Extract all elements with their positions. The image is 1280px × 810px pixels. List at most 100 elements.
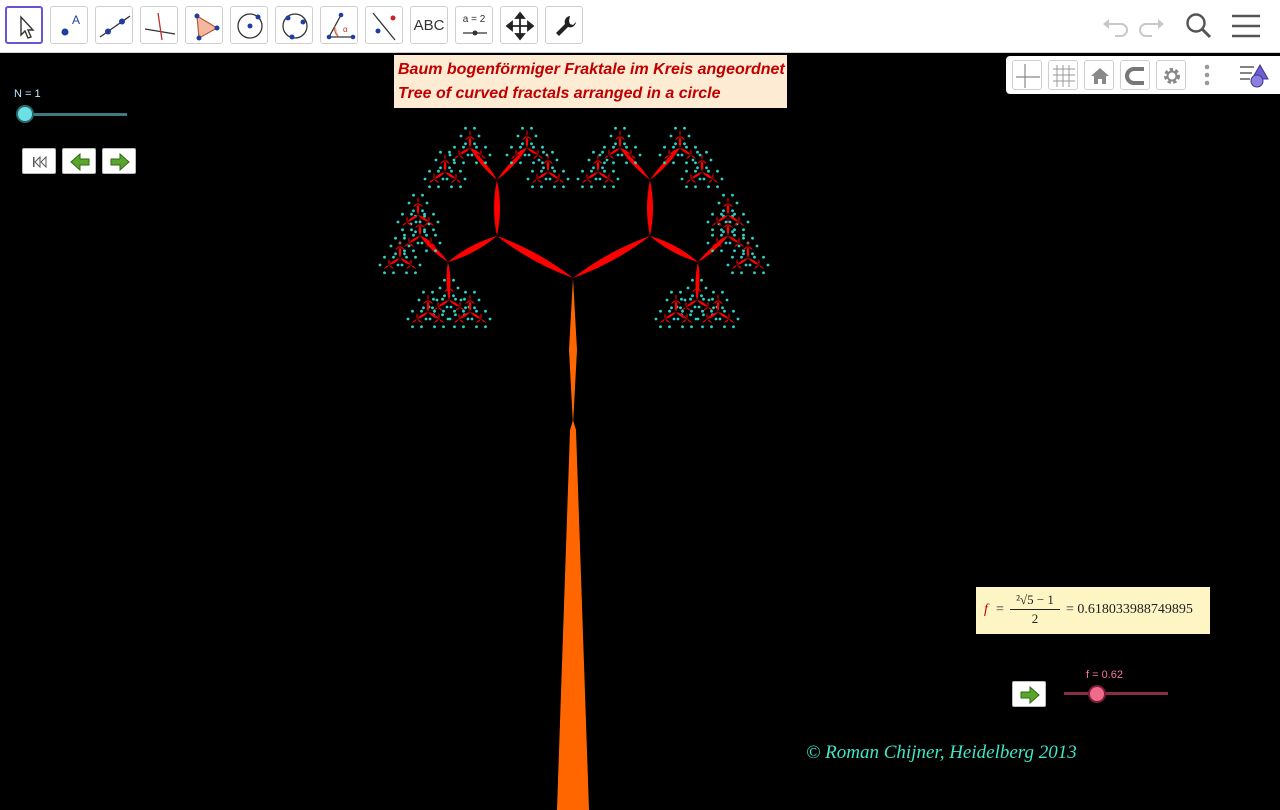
slider-n-track[interactable] bbox=[25, 113, 127, 116]
leaf bbox=[663, 161, 666, 165]
leaf bbox=[732, 325, 735, 329]
leaf bbox=[658, 153, 662, 157]
leaf bbox=[407, 244, 411, 248]
leaf bbox=[605, 158, 609, 162]
leaf bbox=[527, 153, 531, 157]
leaf bbox=[423, 177, 427, 181]
twig bbox=[732, 265, 737, 269]
slider-f-track[interactable] bbox=[1064, 692, 1168, 695]
twig bbox=[664, 313, 666, 319]
twig bbox=[481, 155, 486, 159]
twig bbox=[716, 216, 718, 222]
leaf bbox=[466, 317, 470, 321]
leaf bbox=[418, 220, 422, 224]
leaf bbox=[659, 325, 662, 329]
leaf bbox=[551, 150, 554, 154]
step-back-button[interactable] bbox=[62, 148, 96, 174]
leaf bbox=[679, 306, 682, 310]
twig bbox=[526, 130, 528, 136]
leaf bbox=[614, 142, 617, 146]
leaf bbox=[431, 306, 434, 310]
slider-n-knob[interactable] bbox=[18, 107, 32, 121]
leaf bbox=[716, 185, 719, 189]
twig bbox=[537, 179, 542, 183]
leaf bbox=[422, 306, 425, 310]
leaf bbox=[691, 294, 694, 298]
leaf bbox=[424, 317, 428, 321]
twig bbox=[736, 259, 738, 265]
twig bbox=[608, 149, 610, 155]
leaf bbox=[412, 233, 415, 237]
leaf bbox=[683, 298, 687, 302]
leaf bbox=[581, 185, 584, 189]
twig bbox=[738, 216, 740, 222]
formula-equals: = bbox=[996, 602, 1004, 617]
leaf bbox=[484, 145, 487, 149]
leaf bbox=[603, 161, 606, 165]
twig bbox=[604, 179, 609, 183]
leaf bbox=[712, 306, 715, 310]
twig bbox=[682, 319, 687, 323]
twig bbox=[712, 222, 717, 226]
leaf bbox=[721, 306, 724, 310]
leaf bbox=[475, 145, 478, 149]
twig bbox=[451, 179, 456, 183]
twig bbox=[690, 173, 692, 179]
twig bbox=[609, 155, 614, 159]
twig bbox=[416, 203, 420, 215]
leaf bbox=[625, 145, 628, 149]
leaf bbox=[450, 169, 453, 173]
leaf bbox=[668, 325, 671, 329]
twig bbox=[406, 216, 408, 222]
leaf bbox=[601, 150, 604, 154]
twig bbox=[754, 265, 759, 269]
leaf bbox=[403, 252, 406, 256]
leaf bbox=[459, 185, 462, 189]
animate-f-button[interactable] bbox=[1012, 681, 1046, 707]
twig bbox=[459, 319, 464, 323]
leaf bbox=[711, 249, 714, 253]
leaf bbox=[766, 263, 770, 267]
branch bbox=[448, 236, 497, 262]
twig bbox=[716, 300, 720, 312]
formula-numerator: ²√5 − 1 bbox=[1010, 591, 1060, 610]
leaf bbox=[680, 297, 683, 301]
leaf bbox=[689, 313, 692, 317]
leaf bbox=[406, 317, 410, 321]
formula-denominator: 2 bbox=[1031, 611, 1039, 626]
leaf bbox=[475, 325, 478, 329]
twig bbox=[388, 259, 390, 265]
leaf bbox=[452, 158, 456, 162]
twig bbox=[630, 149, 632, 155]
leaf bbox=[452, 294, 455, 298]
leaf bbox=[432, 228, 435, 232]
branch bbox=[470, 148, 497, 180]
leaf bbox=[433, 309, 436, 313]
leaf bbox=[463, 177, 467, 181]
leaf bbox=[442, 325, 445, 329]
leaf bbox=[594, 177, 598, 181]
leaf bbox=[728, 220, 732, 224]
twig bbox=[434, 179, 439, 183]
twig bbox=[455, 173, 457, 179]
leaf bbox=[405, 255, 408, 259]
twig bbox=[582, 179, 587, 183]
twig bbox=[686, 307, 691, 311]
twig bbox=[706, 313, 708, 319]
leaf bbox=[665, 298, 669, 302]
step-forward-button[interactable] bbox=[102, 148, 136, 174]
twig bbox=[515, 149, 517, 155]
leaf bbox=[709, 158, 713, 162]
leaf bbox=[562, 169, 565, 173]
twig bbox=[597, 154, 599, 160]
reset-button[interactable] bbox=[22, 148, 56, 174]
slider-f-knob[interactable] bbox=[1090, 687, 1104, 701]
twig bbox=[533, 155, 538, 159]
leaf bbox=[614, 126, 617, 130]
twig bbox=[702, 319, 707, 323]
leaf bbox=[425, 249, 428, 253]
twig bbox=[458, 313, 460, 319]
leaf bbox=[434, 158, 438, 162]
leaf bbox=[634, 161, 637, 165]
leaf bbox=[412, 193, 415, 197]
